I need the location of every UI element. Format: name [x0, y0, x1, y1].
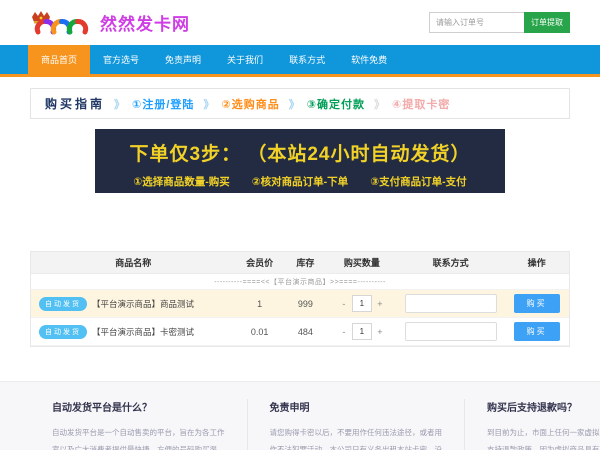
- member-price: 1: [235, 299, 283, 309]
- category-separator-row: ----------====<<【平台演示商品】>>====----------: [31, 274, 569, 290]
- site-logo[interactable]: 然然发卡网: [30, 10, 190, 36]
- footer-text-line: 自动发货平台是一个自动售卖的平台，旨在为各工作: [52, 424, 225, 441]
- guide-step-extract: ④提取卡密: [392, 96, 450, 112]
- nav-item-about-us[interactable]: 关于我们: [214, 45, 276, 74]
- nav-item-free-software[interactable]: 软件免费: [338, 45, 400, 74]
- product-name[interactable]: 【平台演示商品】商品测试: [92, 298, 194, 310]
- guide-step-pay: ③确定付款: [307, 96, 365, 112]
- qty-minus-button[interactable]: -: [340, 327, 348, 337]
- purchase-guide-bar: 购买指南 》 ①注册/登陆 》 ②选购商品 》 ③确定付款 》 ④提取卡密: [30, 88, 570, 119]
- footer-text-line: 请您购得卡密以后，不要用作任何违法途径，或者用: [270, 424, 443, 441]
- banner-step-3: ③支付商品订单-支付: [370, 174, 466, 189]
- top-header: 然然发卡网 订单提取: [0, 0, 600, 45]
- col-stock: 库存: [284, 256, 327, 269]
- col-action: 操作: [504, 256, 569, 269]
- qty-minus-button[interactable]: -: [340, 299, 348, 309]
- footer-col-title: 自动发货平台是什么？: [52, 399, 225, 414]
- nav-item-home[interactable]: 商品首页: [28, 45, 90, 74]
- footer-text-line: 到目前为止，市面上任何一家虚拟商品购买平台都不: [487, 424, 600, 441]
- table-header-row: 商品名称 会员价 库存 购买数量 联系方式 操作: [31, 252, 569, 274]
- guide-step-register: ①注册/登陆: [132, 96, 194, 112]
- order-search: 订单提取: [429, 12, 570, 33]
- page-footer: 自动发货平台是什么？ 自动发货平台是一个自动售卖的平台，旨在为各工作 室以及广大…: [0, 381, 600, 450]
- col-quantity: 购买数量: [327, 256, 397, 269]
- site-title: 然然发卡网: [100, 10, 190, 35]
- col-member-price: 会员价: [235, 256, 283, 269]
- stock-count: 999: [284, 299, 327, 309]
- member-price: 0.01: [235, 327, 283, 337]
- order-number-input[interactable]: [429, 12, 524, 33]
- footer-col-refund: 购买后支持退款吗？ 到目前为止，市面上任何一家虚拟商品购买平台都不 支持退款政策…: [464, 399, 600, 450]
- table-row: 自动发货 【平台演示商品】卡密测试 0.01 484 - + 购买: [31, 318, 569, 346]
- banner-headline: 下单仅3步： （本站24小时自动发货）: [95, 139, 505, 166]
- nav-item-contact[interactable]: 联系方式: [276, 45, 338, 74]
- contact-input[interactable]: [405, 322, 497, 341]
- order-extract-button[interactable]: 订单提取: [524, 12, 570, 33]
- banner-step-2: ②核对商品订单-下单: [252, 174, 348, 189]
- footer-col-disclaimer: 免责申明 请您购得卡密以后，不要用作任何违法途径，或者用 作不法犯罪活动，本公司…: [247, 399, 465, 450]
- buy-button[interactable]: 购买: [514, 322, 560, 341]
- stock-count: 484: [284, 327, 327, 337]
- qty-plus-button[interactable]: +: [376, 327, 384, 337]
- main-nav: 商品首页 官方选号 免责声明 关于我们 联系方式 软件免费: [0, 45, 600, 77]
- chevron-separator-icon: 》: [374, 96, 383, 112]
- footer-text-line: 支持退款政策，因为虚拟商品具有可复制性！出于对: [487, 441, 600, 450]
- chevron-separator-icon: 》: [289, 96, 298, 112]
- col-product-name: 商品名称: [31, 256, 235, 269]
- chevron-separator-icon: 》: [203, 96, 212, 112]
- contact-input[interactable]: [405, 294, 497, 313]
- promo-banner: 下单仅3步： （本站24小时自动发货） ①选择商品数量-购买 ②核对商品订单-下…: [95, 129, 505, 193]
- footer-text-line: 室以及广大消费者提供最快捷、方便的号码购买渠: [52, 441, 225, 450]
- product-table: 商品名称 会员价 库存 购买数量 联系方式 操作 ----------====<…: [30, 251, 570, 347]
- nav-item-disclaimer[interactable]: 免责声明: [152, 45, 214, 74]
- qty-plus-button[interactable]: +: [376, 299, 384, 309]
- banner-step-1: ①选择商品数量-购买: [133, 174, 229, 189]
- footer-col-title: 购买后支持退款吗？: [487, 399, 600, 414]
- table-row: 自动发货 【平台演示商品】商品测试 1 999 - + 购买: [31, 290, 569, 318]
- quantity-input[interactable]: [352, 323, 372, 340]
- col-contact: 联系方式: [397, 256, 505, 269]
- auto-delivery-badge: 自动发货: [39, 297, 87, 311]
- quantity-input[interactable]: [352, 295, 372, 312]
- logo-arcs-icon: [30, 10, 92, 36]
- guide-title: 购买指南: [45, 95, 105, 112]
- chevron-separator-icon: 》: [114, 96, 123, 112]
- footer-text-line: 作不法犯罪活动，本公司只有义务出租本站卡密，没: [270, 441, 443, 450]
- footer-col-title: 免责申明: [270, 399, 443, 414]
- product-name[interactable]: 【平台演示商品】卡密测试: [92, 326, 194, 338]
- buy-button[interactable]: 购买: [514, 294, 560, 313]
- footer-col-what-is: 自动发货平台是什么？ 自动发货平台是一个自动售卖的平台，旨在为各工作 室以及广大…: [30, 399, 247, 450]
- nav-item-official-numbers[interactable]: 官方选号: [90, 45, 152, 74]
- auto-delivery-badge: 自动发货: [39, 325, 87, 339]
- guide-step-select: ②选购商品: [221, 96, 279, 112]
